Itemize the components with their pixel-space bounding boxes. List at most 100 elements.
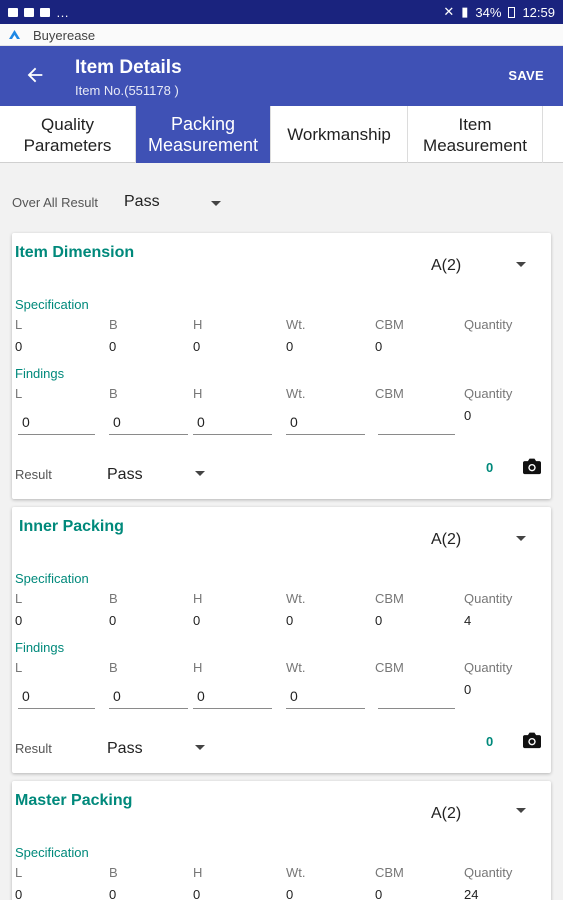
spec-b: 0 xyxy=(109,887,117,900)
findings-b-input[interactable]: 0 xyxy=(109,685,188,709)
save-button[interactable]: SAVE xyxy=(508,68,544,83)
grade-dropdown[interactable]: A(2) xyxy=(431,531,461,549)
dropdown-caret-icon[interactable] xyxy=(211,201,221,206)
tab-label: Quality Parameters xyxy=(23,114,112,155)
specification-label: Specification xyxy=(15,845,89,860)
findings-cbm-input[interactable] xyxy=(378,411,455,435)
findings-h-input[interactable]: 0 xyxy=(193,411,272,435)
column-header-b: B xyxy=(109,865,118,880)
result-dropdown[interactable]: Pass xyxy=(107,740,143,758)
spec-h: 0 xyxy=(193,339,201,354)
column-header-l: L xyxy=(15,386,23,401)
battery-percent: 34% xyxy=(475,4,502,20)
column-header-quantity: Quantity xyxy=(464,660,513,675)
findings-label: Findings xyxy=(15,640,65,655)
camera-icon[interactable] xyxy=(522,731,542,749)
status-bar: … ✕ ▮ 34% 12:59 xyxy=(0,0,563,24)
findings-l-input[interactable]: 0 xyxy=(18,411,95,435)
findings-cbm-input[interactable] xyxy=(378,685,455,709)
column-header-quantity: Quantity xyxy=(464,591,513,606)
column-header-cbm: CBM xyxy=(375,660,404,675)
column-header-wt: Wt. xyxy=(286,865,306,880)
more-notifications-icon: … xyxy=(56,5,69,20)
column-header-quantity: Quantity xyxy=(464,386,513,401)
spec-l: 0 xyxy=(15,339,23,354)
tab-workmanship[interactable]: Workmanship xyxy=(271,106,408,163)
column-header-wt: Wt. xyxy=(286,591,306,606)
result-dropdown[interactable]: Pass xyxy=(107,466,143,484)
notification-icon xyxy=(24,8,34,17)
spec-h: 0 xyxy=(193,613,201,628)
column-header-l: L xyxy=(15,865,23,880)
camera-icon[interactable] xyxy=(522,457,542,475)
notification-icon xyxy=(8,8,18,17)
mute-icon: ✕ xyxy=(443,4,455,19)
page-title: Item Details xyxy=(75,57,182,78)
tab-packing-measurement[interactable]: Packing Measurement xyxy=(136,106,271,163)
column-header-b: B xyxy=(109,591,118,606)
tab-bar: Quality Parameters Packing Measurement W… xyxy=(0,106,563,163)
spec-wt: 0 xyxy=(286,339,294,354)
grade-dropdown[interactable]: A(2) xyxy=(431,805,461,823)
findings-l-input[interactable]: 0 xyxy=(18,685,95,709)
column-header-h: H xyxy=(193,317,203,332)
column-header-cbm: CBM xyxy=(375,591,404,606)
master-packing-card: Master Packing A(2) Specification L B H … xyxy=(12,781,551,900)
grade-dropdown[interactable]: A(2) xyxy=(431,257,461,275)
column-header-h: H xyxy=(193,591,203,606)
spec-wt: 0 xyxy=(286,887,294,900)
spec-b: 0 xyxy=(109,613,117,628)
findings-label: Findings xyxy=(15,366,65,381)
dropdown-caret-icon[interactable] xyxy=(195,745,205,750)
column-header-b: B xyxy=(109,660,118,675)
spec-b: 0 xyxy=(109,339,117,354)
spec-cbm: 0 xyxy=(375,339,383,354)
tab-label: Packing Measurement xyxy=(147,113,259,155)
tab-label: Item Measurement xyxy=(423,114,527,155)
item-dimension-card: Item Dimension A(2) Specification L B H … xyxy=(12,233,551,499)
column-header-cbm: CBM xyxy=(375,386,404,401)
tab-item-measurement[interactable]: Item Measurement xyxy=(408,106,543,163)
notification-icons: … xyxy=(8,5,69,20)
specification-label: Specification xyxy=(15,571,89,586)
system-status: ✕ ▮ 34% 12:59 xyxy=(443,4,555,20)
photo-count: 0 xyxy=(486,734,494,749)
spec-quantity: 4 xyxy=(464,613,472,628)
notification-icon xyxy=(40,8,50,17)
column-header-quantity: Quantity xyxy=(464,865,513,880)
column-header-l: L xyxy=(15,591,23,606)
specification-label: Specification xyxy=(15,297,89,312)
dropdown-caret-icon[interactable] xyxy=(516,536,526,541)
spec-l: 0 xyxy=(15,887,23,900)
findings-quantity: 0 xyxy=(464,408,472,423)
spec-l: 0 xyxy=(15,613,23,628)
tab-quality-parameters[interactable]: Quality Parameters xyxy=(0,106,136,163)
overall-result-row: Over All Result Pass xyxy=(0,163,563,231)
column-header-h: H xyxy=(193,386,203,401)
column-header-wt: Wt. xyxy=(286,317,306,332)
column-header-l: L xyxy=(15,660,23,675)
card-title: Item Dimension xyxy=(15,244,135,261)
back-arrow-icon[interactable] xyxy=(24,64,46,86)
column-header-quantity: Quantity xyxy=(464,317,513,332)
overall-result-dropdown[interactable]: Pass xyxy=(124,193,160,211)
result-label: Result xyxy=(15,467,52,482)
battery-icon xyxy=(508,6,516,18)
column-header-cbm: CBM xyxy=(375,317,404,332)
findings-b-input[interactable]: 0 xyxy=(109,411,188,435)
findings-wt-input[interactable]: 0 xyxy=(286,411,365,435)
dropdown-caret-icon[interactable] xyxy=(516,808,526,813)
column-header-l: L xyxy=(15,317,23,332)
signal-icon: ▮ xyxy=(461,4,469,19)
dropdown-caret-icon[interactable] xyxy=(195,471,205,476)
column-header-wt: Wt. xyxy=(286,386,306,401)
toolbar: Item Details Item No.(551178 ) SAVE xyxy=(0,46,563,106)
dropdown-caret-icon[interactable] xyxy=(516,262,526,267)
spec-cbm: 0 xyxy=(375,613,383,628)
app-strip: Buyerease xyxy=(0,24,563,46)
photo-count: 0 xyxy=(486,460,494,475)
card-title: Inner Packing xyxy=(19,518,124,535)
findings-wt-input[interactable]: 0 xyxy=(286,685,365,709)
findings-h-input[interactable]: 0 xyxy=(193,685,272,709)
result-label: Result xyxy=(15,741,52,756)
